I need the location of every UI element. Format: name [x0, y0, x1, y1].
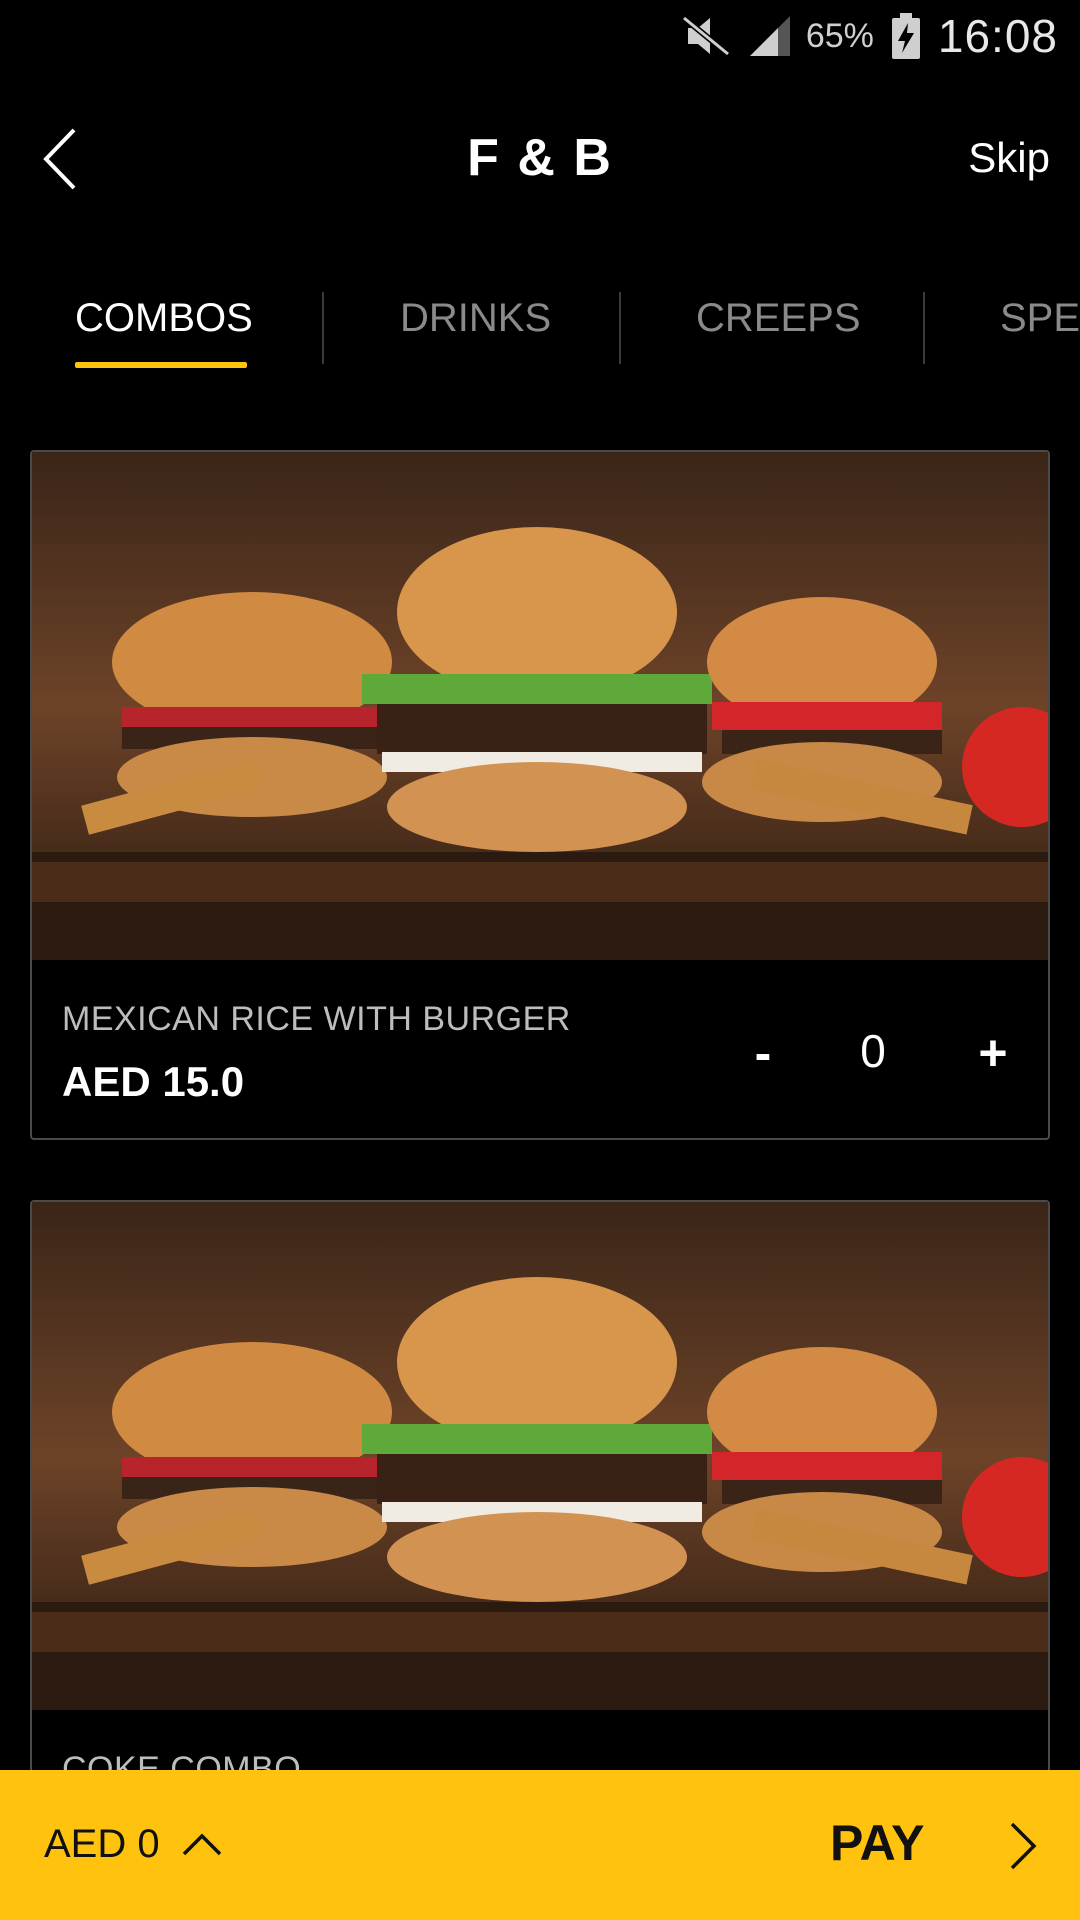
page-title: F & B	[467, 129, 613, 187]
category-tabs: COMBOS DRINKS CREEPS SPEC	[0, 280, 1080, 380]
tab-spec[interactable]: SPEC	[1000, 296, 1080, 341]
skip-button[interactable]: Skip	[968, 134, 1050, 182]
checkout-bar: AED 0 PAY	[0, 1770, 1080, 1920]
pay-button[interactable]: PAY	[830, 1800, 1040, 1890]
tab-divider	[619, 292, 621, 364]
tab-drinks[interactable]: DRINKS	[400, 296, 551, 341]
product-image	[32, 452, 1048, 960]
quantity-value: 0	[860, 1025, 886, 1077]
tab-combos[interactable]: COMBOS	[75, 296, 253, 341]
chevron-right-icon	[1010, 1822, 1037, 1870]
quantity-stepper: - 0 +	[728, 1024, 1028, 1094]
battery-percent: 65%	[805, 16, 874, 55]
decrease-quantity-button[interactable]: -	[728, 1024, 798, 1082]
increase-quantity-button[interactable]: +	[958, 1024, 1028, 1082]
product-image	[32, 1202, 1048, 1710]
header: F & B Skip	[0, 100, 1080, 220]
tab-divider	[322, 292, 324, 364]
order-total: AED 0	[44, 1822, 160, 1866]
active-tab-indicator	[75, 362, 247, 368]
signal-icon	[748, 14, 792, 58]
mute-icon	[681, 14, 730, 58]
tab-divider	[923, 292, 925, 364]
product-info: MEXICAN RICE WITH BURGER AED 15.0 - 0 +	[32, 960, 1048, 1136]
product-name: MEXICAN RICE WITH BURGER	[62, 1000, 571, 1038]
chevron-up-icon	[182, 1833, 222, 1856]
tab-creeps[interactable]: CREEPS	[696, 296, 861, 341]
pay-label: PAY	[830, 1815, 925, 1871]
status-bar: 65% 16:08	[0, 0, 1080, 72]
expand-summary-button[interactable]	[180, 1826, 224, 1860]
battery-charging-icon	[891, 13, 920, 59]
clock: 16:08	[937, 10, 1058, 62]
product-price: AED 15.0	[62, 1058, 245, 1105]
product-card: MEXICAN RICE WITH BURGER AED 15.0 - 0 +	[30, 450, 1050, 1140]
